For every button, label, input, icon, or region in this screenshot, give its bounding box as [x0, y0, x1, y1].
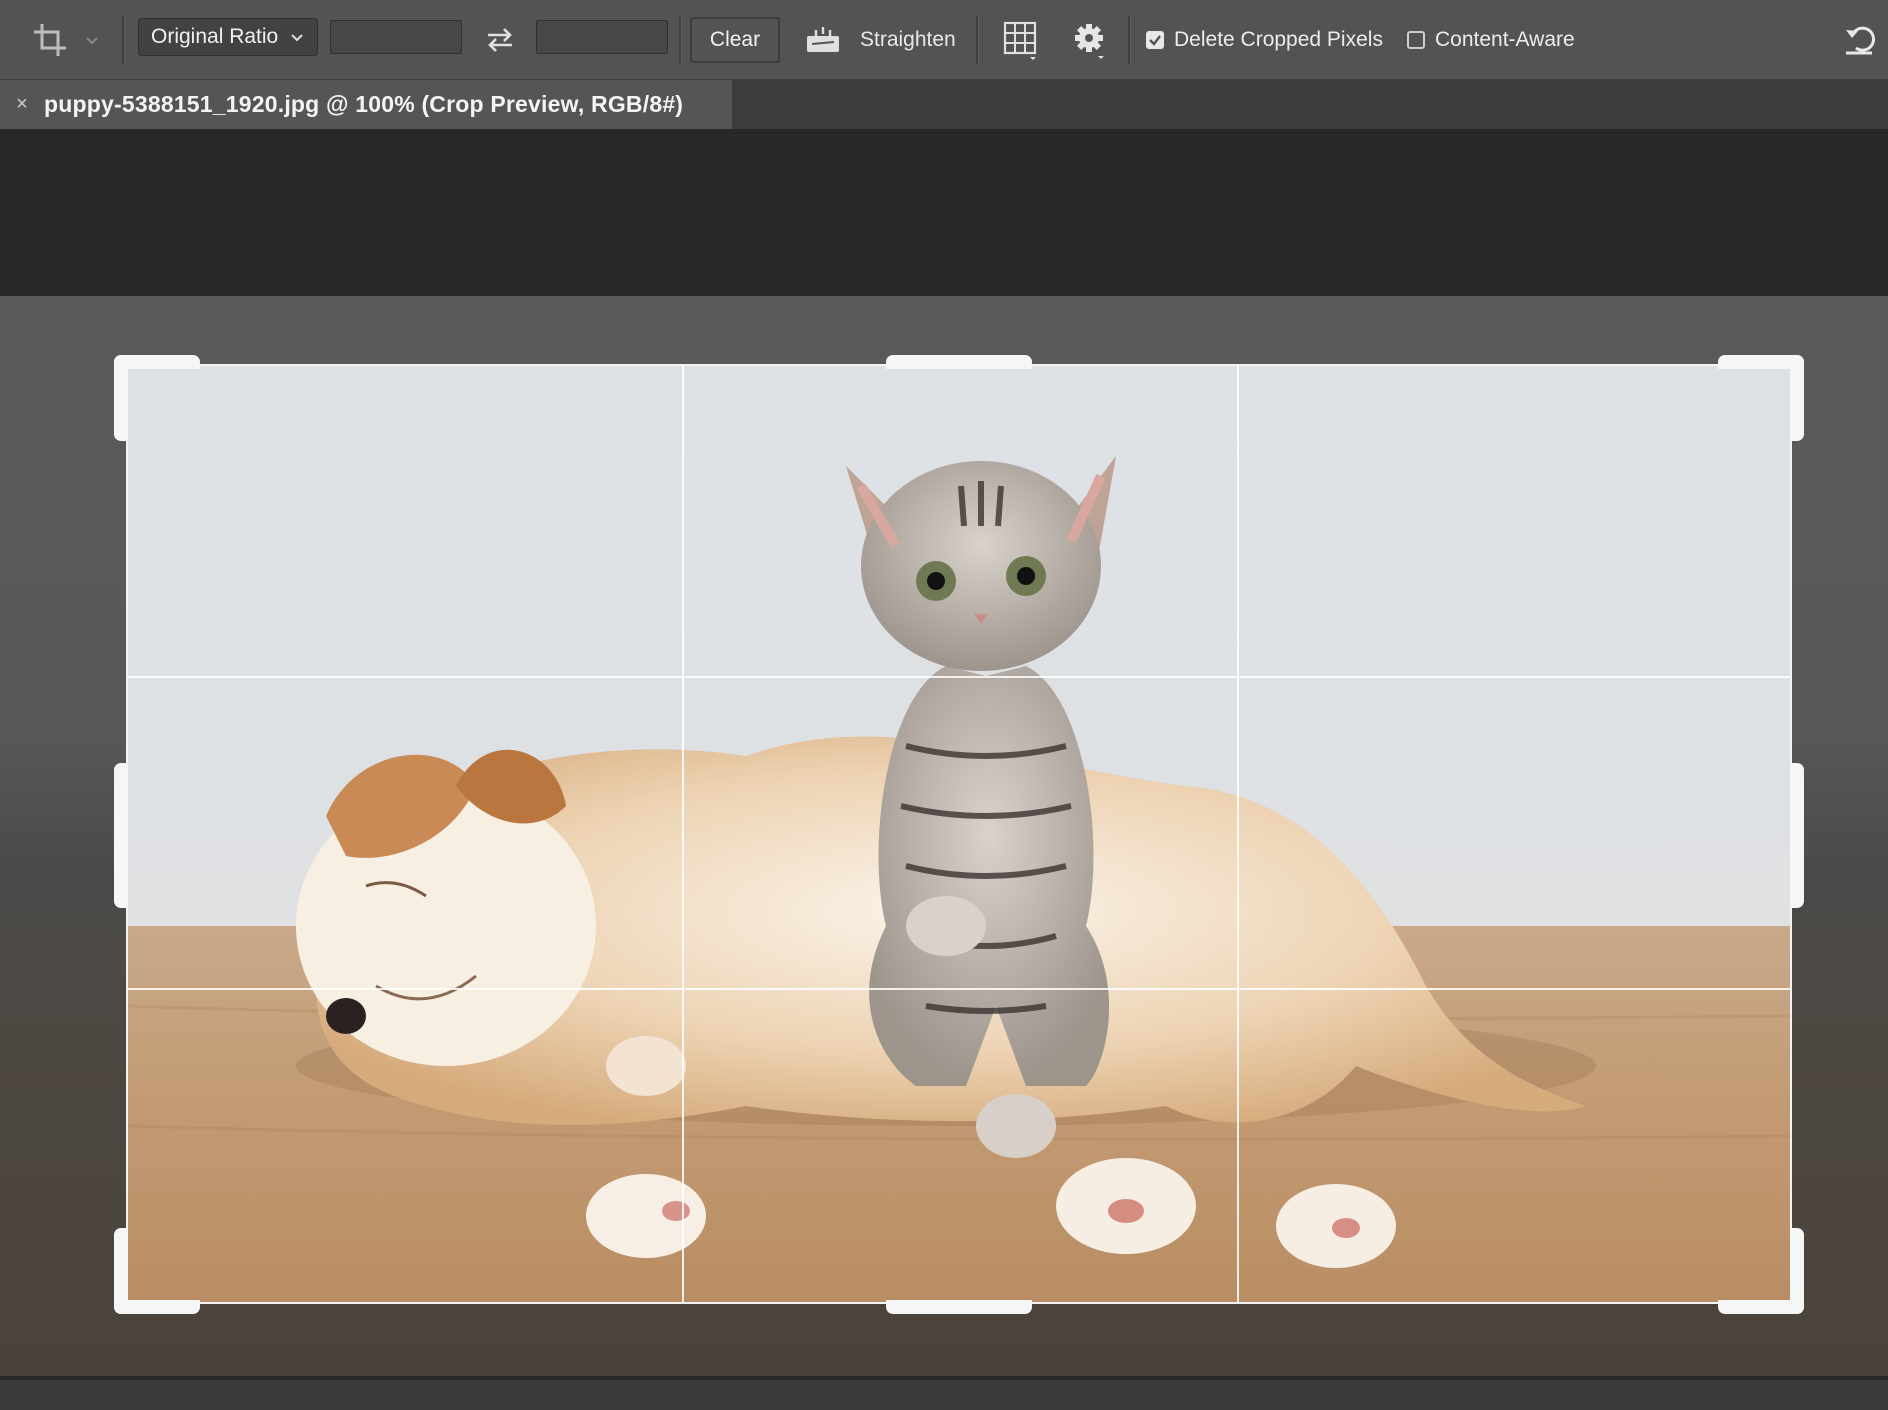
document-tab-title: puppy-5388151_1920.jpg @ 100% (Crop Prev…: [44, 91, 684, 117]
separator: [1128, 16, 1131, 64]
document-tab-bar: × puppy-5388151_1920.jpg @ 100% (Crop Pr…: [0, 80, 1888, 129]
width-field[interactable]: [330, 20, 462, 54]
reset-crop-button[interactable]: [1840, 0, 1880, 80]
content-aware-checkbox[interactable]: Content-Aware: [1407, 0, 1575, 80]
grid-line-vertical: [1237, 366, 1239, 1302]
document-tab[interactable]: × puppy-5388151_1920.jpg @ 100% (Crop Pr…: [0, 80, 732, 129]
overlay-options-button[interactable]: [1000, 0, 1040, 80]
crop-handle-bottom[interactable]: [886, 1300, 1032, 1314]
straighten-label: Straighten: [860, 28, 956, 51]
checkbox-empty-icon: [1407, 31, 1425, 49]
crop-box[interactable]: [126, 364, 1792, 1304]
status-strip: [0, 1380, 1888, 1410]
aspect-ratio-dropdown[interactable]: Original Ratio: [138, 18, 318, 56]
checkbox-checked-icon: [1146, 31, 1164, 49]
grid-line-horizontal: [128, 988, 1790, 990]
close-icon[interactable]: ×: [0, 93, 44, 116]
straighten-button[interactable]: Straighten: [804, 0, 956, 80]
reset-icon: [1846, 26, 1876, 55]
aspect-ratio-label: Original Ratio: [151, 25, 279, 48]
crop-tool-icon: [34, 24, 66, 56]
crop-settings-button[interactable]: [1070, 0, 1110, 80]
chevron-down-icon: [291, 34, 303, 42]
gear-icon: [1075, 24, 1104, 59]
crop-handle-left[interactable]: [114, 763, 128, 908]
grid-line-vertical: [682, 366, 684, 1302]
options-bar: Original Ratio Clear Straighten Delete C…: [0, 0, 1888, 80]
content-aware-label: Content-Aware: [1435, 28, 1575, 51]
separator: [679, 16, 682, 64]
height-field[interactable]: [536, 20, 668, 54]
crop-handle-top[interactable]: [886, 355, 1032, 369]
crop-handle-right[interactable]: [1790, 763, 1804, 908]
chevron-down-icon: [86, 37, 98, 45]
straighten-icon: [807, 27, 839, 52]
delete-cropped-pixels-checkbox[interactable]: Delete Cropped Pixels: [1146, 0, 1383, 80]
separator: [976, 16, 979, 64]
delete-cropped-pixels-label: Delete Cropped Pixels: [1174, 28, 1383, 51]
clear-button[interactable]: Clear: [690, 17, 780, 63]
swap-dimensions-button[interactable]: [480, 0, 520, 80]
separator: [122, 16, 125, 64]
swap-arrows-icon: [488, 28, 512, 52]
crop-tool-preset[interactable]: [30, 0, 110, 80]
grid-overlay-icon: [1003, 21, 1037, 60]
grid-line-horizontal: [128, 676, 1790, 678]
